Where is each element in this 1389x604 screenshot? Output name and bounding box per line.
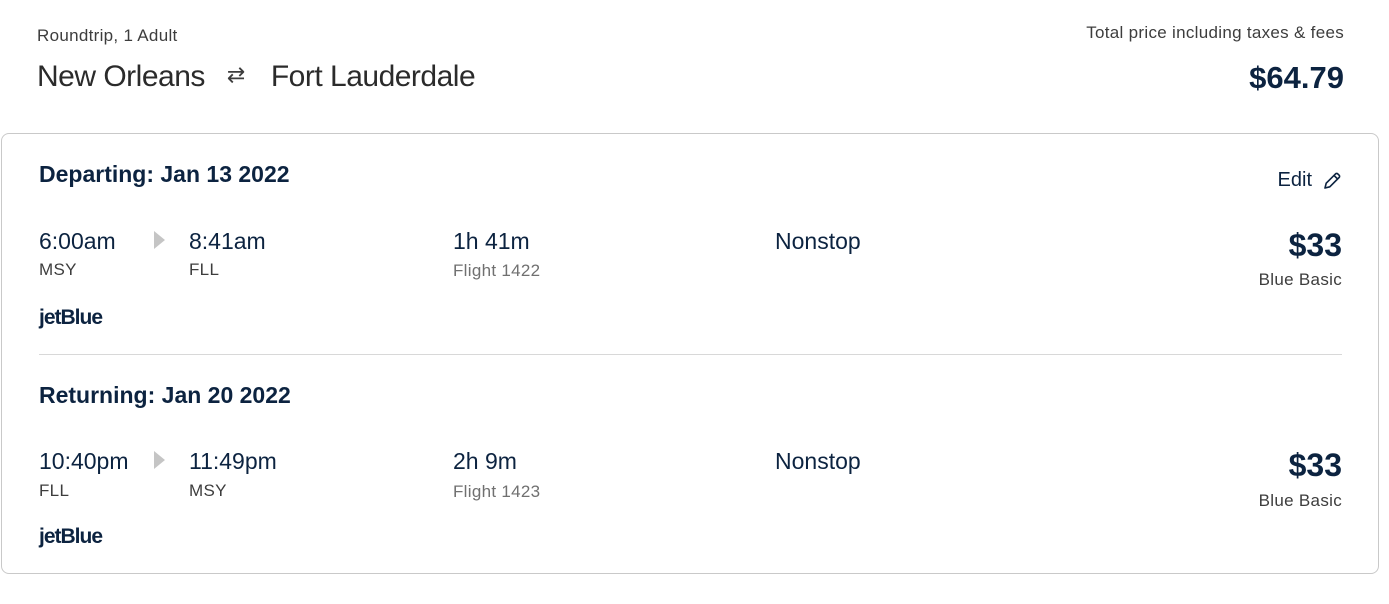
jetblue-logo: jetBlue (39, 306, 103, 329)
departing-flight-number: Flight 1422 (453, 261, 541, 280)
returning-arrive-code: MSY (189, 481, 227, 500)
departing-depart-code: MSY (39, 260, 77, 279)
itinerary-card: Departing: Jan 13 2022 Edit 6:00am MSY 8… (1, 133, 1379, 574)
flight-summary-page: Roundtrip, 1 Adult New Orleans ⇄ Fort La… (0, 0, 1389, 604)
edit-label: Edit (1277, 169, 1312, 191)
returning-flight-number: Flight 1423 (453, 482, 541, 501)
returning-fare-class: Blue Basic (1258, 491, 1342, 510)
returning-depart-code: FLL (39, 481, 70, 500)
returning-depart-time: 10:40pm (39, 448, 129, 474)
route-title: New Orleans ⇄ Fort Lauderdale (37, 60, 476, 94)
total-price: $64.79 (1249, 60, 1344, 95)
departing-title: Departing: Jan 13 2022 (39, 161, 290, 187)
departing-arrive-time: 8:41am (189, 228, 266, 254)
departing-arrive-code: FLL (189, 260, 220, 279)
returning-price: $33 (1288, 447, 1342, 483)
departing-price: $33 (1288, 227, 1342, 263)
arrow-right-icon (154, 231, 165, 249)
origin-city: New Orleans (37, 60, 205, 93)
pencil-icon (1324, 172, 1341, 189)
departing-stops: Nonstop (775, 228, 861, 254)
departing-depart-time: 6:00am (39, 228, 116, 254)
edit-button[interactable]: Edit (1278, 169, 1342, 192)
returning-title: Returning: Jan 20 2022 (39, 382, 291, 408)
trip-type-label: Roundtrip, 1 Adult (37, 26, 178, 45)
jetblue-logo: jetBlue (39, 525, 103, 548)
arrow-right-icon (154, 451, 165, 469)
returning-duration: 2h 9m (453, 448, 517, 474)
total-price-label: Total price including taxes & fees (1086, 23, 1344, 42)
section-divider (39, 354, 1342, 355)
destination-city: Fort Lauderdale (270, 60, 476, 93)
returning-stops: Nonstop (775, 448, 861, 474)
departing-fare-class: Blue Basic (1258, 270, 1342, 289)
departing-duration: 1h 41m (453, 228, 530, 254)
swap-arrows-icon: ⇄ (226, 62, 245, 87)
returning-arrive-time: 11:49pm (189, 448, 277, 474)
